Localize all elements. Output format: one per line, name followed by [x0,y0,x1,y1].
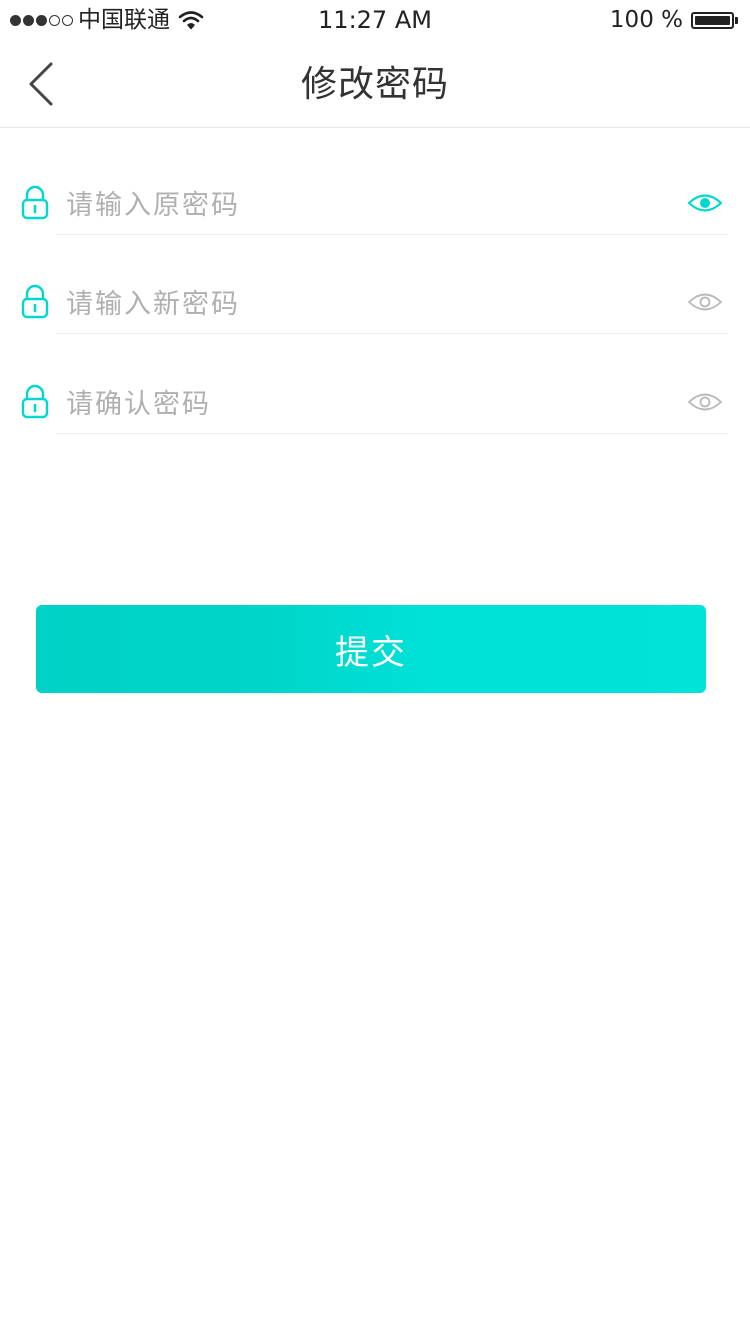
status-right: 100 % [610,6,738,34]
navigation-bar: 修改密码 [0,40,750,128]
new-password-row [0,274,750,334]
battery-icon [691,11,738,29]
field-divider [56,433,728,434]
eye-icon[interactable] [687,290,723,314]
lock-icon [21,185,49,220]
status-bar: 中国联通 11:27 AM 100 % [0,0,750,40]
field-divider [56,234,728,235]
battery-body [691,11,734,29]
confirm-password-input[interactable] [66,384,666,424]
submit-button[interactable]: 提交 [36,605,706,693]
lock-icon [21,284,49,319]
eye-icon[interactable] [687,390,723,414]
page-title: 修改密码 [300,64,449,105]
battery-percentage: 100 % [609,7,683,33]
battery-fill [695,15,730,25]
old-password-input[interactable] [66,185,666,225]
battery-cap [735,16,738,24]
new-password-input[interactable] [66,284,666,324]
field-divider [56,333,728,334]
old-password-row [0,175,750,235]
eye-icon[interactable] [687,191,723,215]
lock-icon [21,384,49,419]
confirm-password-row [0,374,750,434]
